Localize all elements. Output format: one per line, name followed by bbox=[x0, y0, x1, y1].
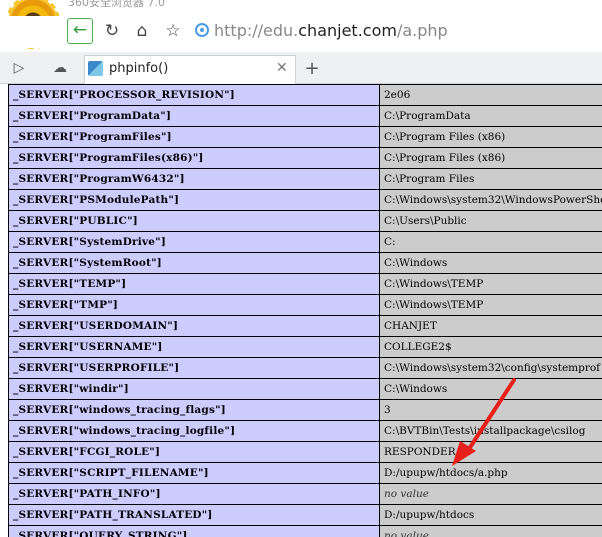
variable-value-cell: RESPONDER bbox=[379, 441, 602, 463]
table-row: _SERVER["ProgramFiles(x86)"] C:\Program F… bbox=[8, 147, 602, 169]
variable-name-cell: _SERVER["ProgramFiles"] bbox=[8, 126, 380, 148]
table-row: _SERVER["ProgramData"] C:\ProgramData bbox=[8, 105, 602, 127]
variable-value-cell: D:/upupw/htdocs bbox=[379, 504, 602, 526]
server-variables-table: _SERVER["PROCESSOR_REVISION"] 2e06 _SERVER… bbox=[8, 84, 602, 537]
table-row: _SERVER["PATH_TRANSLATED"] D:/upupw/htdoc… bbox=[8, 504, 602, 526]
site-info-icon[interactable] bbox=[195, 23, 209, 37]
variable-name-cell: _SERVER["FCGI_ROLE"] bbox=[8, 441, 380, 463]
variable-name-cell: _SERVER["QUERY_STRING"] bbox=[8, 525, 380, 537]
variable-value-cell: COLLEGE2$ bbox=[379, 336, 602, 358]
table-row: _SERVER["PSModulePath"] C:\Windows\system… bbox=[8, 189, 602, 211]
table-row: _SERVER["ProgramW6432"] C:\Program Files bbox=[8, 168, 602, 190]
variable-name-cell: _SERVER["USERDOMAIN"] bbox=[8, 315, 380, 337]
variable-name-cell: _SERVER["SystemRoot"] bbox=[8, 252, 380, 274]
variable-value-cell: C:\BVTBin\Tests\installpackage\csilog bbox=[379, 420, 602, 442]
phpinfo-content[interactable]: _SERVER["PROCESSOR_REVISION"] 2e06 _SERVER… bbox=[0, 84, 602, 537]
table-row: _SERVER["USERNAME"] COLLEGE2$ bbox=[8, 336, 602, 358]
table-row: _SERVER["windir"] C:\Windows bbox=[8, 378, 602, 400]
variable-name-cell: _SERVER["SystemDrive"] bbox=[8, 231, 380, 253]
variable-value-cell: C:\Windows\system32\WindowsPowerShell bbox=[379, 189, 602, 211]
back-button[interactable]: ← bbox=[67, 18, 93, 44]
variable-value-cell: C:\Windows bbox=[379, 252, 602, 274]
variable-name-cell: _SERVER["PROCESSOR_REVISION"] bbox=[8, 84, 380, 106]
variable-value-cell: C:\Program Files bbox=[379, 168, 602, 190]
variable-name-cell: _SERVER["PATH_TRANSLATED"] bbox=[8, 504, 380, 526]
variable-value-cell: C: bbox=[379, 231, 602, 253]
table-row: _SERVER["PROCESSOR_REVISION"] 2e06 bbox=[8, 84, 602, 106]
variable-value-cell: CHANJET bbox=[379, 315, 602, 337]
close-tab-icon[interactable]: ✕ bbox=[276, 60, 288, 76]
variable-value-cell: C:\Program Files (x86) bbox=[379, 147, 602, 169]
variable-name-cell: _SERVER["PUBLIC"] bbox=[8, 210, 380, 232]
variable-name-cell: _SERVER["ProgramFiles(x86)"] bbox=[8, 147, 380, 169]
variable-name-cell: _SERVER["windows_tracing_logfile"] bbox=[8, 420, 380, 442]
sidebar-toggle-icon[interactable]: ▷ bbox=[8, 52, 30, 84]
variable-value-cell: C:\Windows\system32\config\systemprof bbox=[379, 357, 602, 379]
table-row: _SERVER["windows_tracing_logfile"] C:\BVT… bbox=[8, 420, 602, 442]
refresh-icon[interactable]: ↻ bbox=[101, 18, 123, 44]
variable-name-cell: _SERVER["windows_tracing_flags"] bbox=[8, 399, 380, 421]
table-row: _SERVER["QUERY_STRING"] no value bbox=[8, 525, 602, 537]
variable-value-cell: 2e06 bbox=[379, 84, 602, 106]
variable-name-cell: _SERVER["ProgramData"] bbox=[8, 105, 380, 127]
table-row: _SERVER["USERDOMAIN"] CHANJET bbox=[8, 315, 602, 337]
variable-name-cell: _SERVER["PATH_INFO"] bbox=[8, 483, 380, 505]
variable-value-cell: C:\ProgramData bbox=[379, 105, 602, 127]
app-title: 360安全浏览器 7.0 bbox=[68, 0, 165, 9]
variable-value-cell: C:\Program Files (x86) bbox=[379, 126, 602, 148]
variable-name-cell: _SERVER["windir"] bbox=[8, 378, 380, 400]
variable-name-cell: _SERVER["ProgramW6432"] bbox=[8, 168, 380, 190]
variable-name-cell: _SERVER["TEMP"] bbox=[8, 273, 380, 295]
variable-name-cell: _SERVER["PSModulePath"] bbox=[8, 189, 380, 211]
variable-name-cell: _SERVER["USERPROFILE"] bbox=[8, 357, 380, 379]
table-row: _SERVER["FCGI_ROLE"] RESPONDER bbox=[8, 441, 602, 463]
table-row: _SERVER["ProgramFiles"] C:\Program Files … bbox=[8, 126, 602, 148]
variable-value-cell: C:\Windows\TEMP bbox=[379, 294, 602, 316]
variable-value-cell: D:/upupw/htdocs/a.php bbox=[379, 462, 602, 484]
table-row: _SERVER["SCRIPT_FILENAME"] D:/upupw/htdoc… bbox=[8, 462, 602, 484]
variable-name-cell: _SERVER["SCRIPT_FILENAME"] bbox=[8, 462, 380, 484]
variable-value-cell: C:\Windows bbox=[379, 378, 602, 400]
variable-value-cell: C:\Users\Public bbox=[379, 210, 602, 232]
star-icon[interactable]: ☆ bbox=[162, 18, 184, 44]
new-tab-button[interactable]: + bbox=[301, 57, 323, 81]
table-row: _SERVER["SystemRoot"] C:\Windows bbox=[8, 252, 602, 274]
tab-title: phpinfo() bbox=[109, 61, 169, 76]
table-row: _SERVER["USERPROFILE"] C:\Windows\system3… bbox=[8, 357, 602, 379]
table-row: _SERVER["SystemDrive"] C: bbox=[8, 231, 602, 253]
variable-name-cell: _SERVER["TMP"] bbox=[8, 294, 380, 316]
variable-value-cell: no value bbox=[379, 525, 602, 537]
table-row: _SERVER["TMP"] C:\Windows\TEMP bbox=[8, 294, 602, 316]
table-row: _SERVER["TEMP"] C:\Windows\TEMP bbox=[8, 273, 602, 295]
home-icon[interactable]: ⌂ bbox=[131, 18, 153, 44]
address-bar[interactable]: http://edu.chanjet.com/a.php bbox=[214, 21, 448, 40]
variable-value-cell: no value bbox=[379, 483, 602, 505]
php-favicon-icon bbox=[88, 61, 103, 76]
cloud-icon[interactable]: ☁ bbox=[49, 52, 71, 84]
variable-value-cell: C:\Windows\TEMP bbox=[379, 273, 602, 295]
table-row: _SERVER["windows_tracing_flags"] 3 bbox=[8, 399, 602, 421]
variable-name-cell: _SERVER["USERNAME"] bbox=[8, 336, 380, 358]
table-row: _SERVER["PATH_INFO"] no value bbox=[8, 483, 602, 505]
table-row: _SERVER["PUBLIC"] C:\Users\Public bbox=[8, 210, 602, 232]
variable-value-cell: 3 bbox=[379, 399, 602, 421]
